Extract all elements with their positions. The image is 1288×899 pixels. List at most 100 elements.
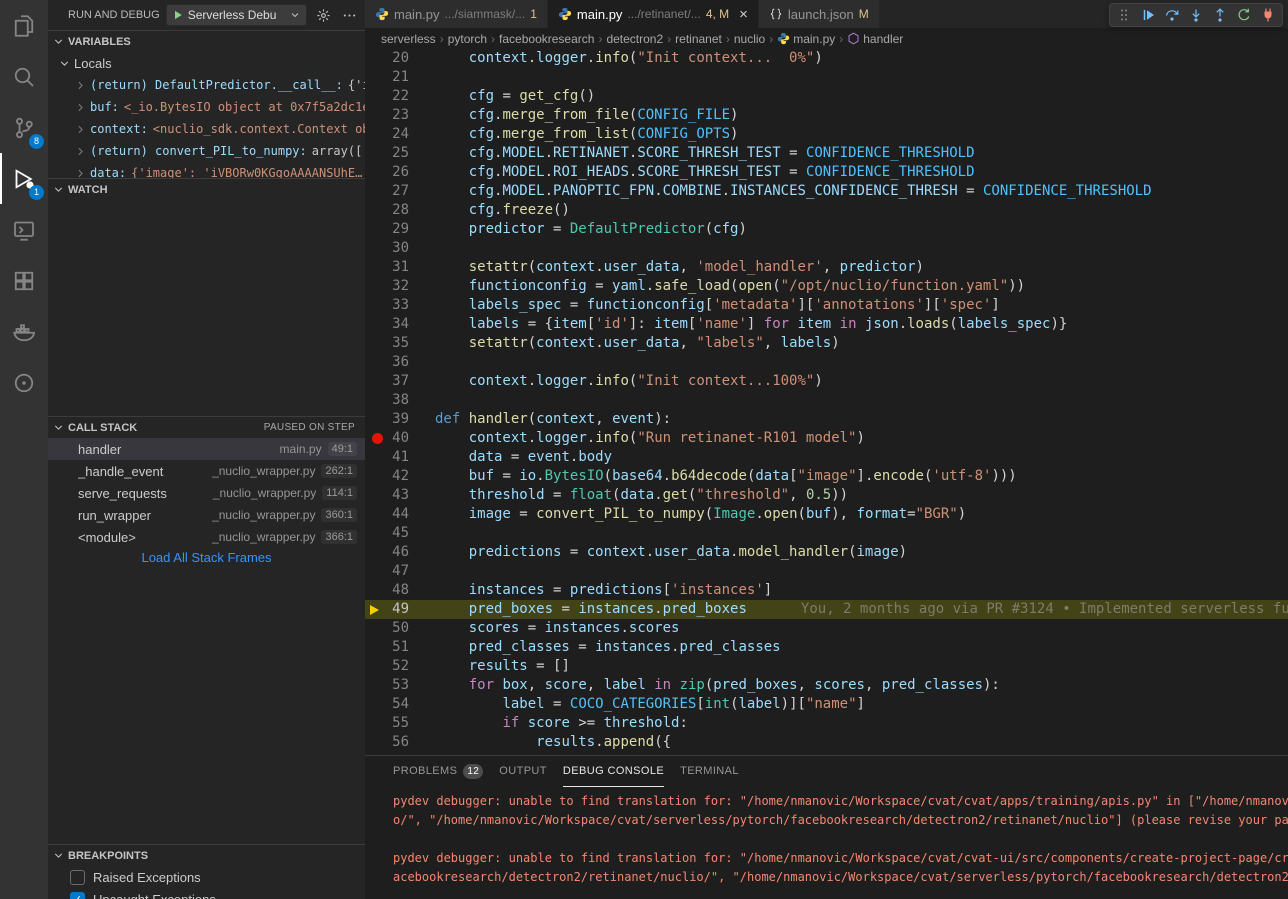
breadcrumb-item[interactable]: serverless bbox=[381, 32, 436, 46]
code-text[interactable]: cfg.MODEL.PANOPTIC_FPN.COMBINE.INSTANCES… bbox=[435, 182, 1288, 201]
variables-section-header[interactable]: VARIABLES bbox=[48, 30, 365, 52]
stack-frame[interactable]: handlermain.py49:1 bbox=[48, 438, 365, 460]
code-text[interactable]: cfg.merge_from_list(CONFIG_OPTS) bbox=[435, 125, 1288, 144]
activity-remote-explorer[interactable] bbox=[0, 204, 48, 255]
breakpoints-section-header[interactable]: BREAKPOINTS bbox=[48, 844, 365, 866]
line-gutter[interactable]: 20 bbox=[365, 49, 435, 68]
stack-frame[interactable]: _handle_event_nuclio_wrapper.py262:1 bbox=[48, 460, 365, 482]
watch-section-header[interactable]: WATCH bbox=[48, 178, 365, 200]
close-icon[interactable]: × bbox=[739, 7, 748, 22]
code-text[interactable]: labels = {item['id']: item['name'] for i… bbox=[435, 315, 1288, 334]
line-gutter[interactable]: 53 bbox=[365, 676, 435, 695]
disconnect-button[interactable] bbox=[1256, 4, 1280, 26]
line-gutter[interactable]: 28 bbox=[365, 201, 435, 220]
code-text[interactable]: cfg.MODEL.ROI_HEADS.SCORE_THRESH_TEST = … bbox=[435, 163, 1288, 182]
restart-button[interactable] bbox=[1232, 4, 1256, 26]
activity-run-and-debug[interactable]: 1 bbox=[0, 153, 48, 204]
code-text[interactable]: setattr(context.user_data, "labels", lab… bbox=[435, 334, 1288, 353]
activity-search[interactable] bbox=[0, 51, 48, 102]
editor-tab[interactable]: main.py.../siammask/...1 bbox=[365, 0, 547, 28]
variable-row[interactable]: (return) convert_PIL_to_numpy:array([[[ … bbox=[48, 140, 365, 162]
breadcrumb-item[interactable]: pytorch bbox=[448, 32, 487, 46]
code-text[interactable]: def handler(context, event): bbox=[435, 410, 1288, 429]
code-text[interactable]: if score >= threshold: bbox=[435, 714, 1288, 733]
line-gutter[interactable]: 42 bbox=[365, 467, 435, 486]
activity-explorer[interactable] bbox=[0, 0, 48, 51]
code-text[interactable]: predictions = context.user_data.model_ha… bbox=[435, 543, 1288, 562]
stack-frame[interactable]: serve_requests_nuclio_wrapper.py114:1 bbox=[48, 482, 365, 504]
breakpoint-icon[interactable] bbox=[372, 433, 383, 444]
variable-row[interactable]: context:<nuclio_sdk.context.Context obje… bbox=[48, 118, 365, 140]
checkbox[interactable] bbox=[70, 870, 85, 885]
line-gutter[interactable]: 54 bbox=[365, 695, 435, 714]
line-gutter[interactable]: 22 bbox=[365, 87, 435, 106]
stack-frame[interactable]: run_wrapper_nuclio_wrapper.py360:1 bbox=[48, 504, 365, 526]
line-gutter[interactable]: 51 bbox=[365, 638, 435, 657]
panel-tab-debug-console[interactable]: DEBUG CONSOLE bbox=[563, 756, 664, 787]
code-text[interactable]: cfg.merge_from_file(CONFIG_FILE) bbox=[435, 106, 1288, 125]
line-gutter[interactable]: 48 bbox=[365, 581, 435, 600]
checkbox[interactable]: ✓ bbox=[70, 892, 85, 899]
line-gutter[interactable]: 50 bbox=[365, 619, 435, 638]
editor-tab[interactable]: launch.jsonM bbox=[759, 0, 879, 28]
line-gutter[interactable]: 36 bbox=[365, 353, 435, 372]
code-text[interactable]: for box, score, label in zip(pred_boxes,… bbox=[435, 676, 1288, 695]
step-into-button[interactable] bbox=[1184, 4, 1208, 26]
code-text[interactable] bbox=[435, 239, 1288, 258]
line-gutter[interactable]: 52 bbox=[365, 657, 435, 676]
stack-frame[interactable]: <module>_nuclio_wrapper.py366:1 bbox=[48, 526, 365, 548]
breadcrumb-item[interactable]: facebookresearch bbox=[499, 32, 594, 46]
panel-tab-terminal[interactable]: TERMINAL bbox=[680, 756, 739, 787]
code-text[interactable]: data = event.body bbox=[435, 448, 1288, 467]
line-gutter[interactable]: 27 bbox=[365, 182, 435, 201]
line-gutter[interactable]: 34 bbox=[365, 315, 435, 334]
line-gutter[interactable]: 38 bbox=[365, 391, 435, 410]
activity-test-explorer[interactable] bbox=[0, 357, 48, 408]
code-text[interactable]: instances = predictions['instances'] bbox=[435, 581, 1288, 600]
code-text[interactable]: pred_boxes = instances.pred_boxesYou, 2 … bbox=[435, 600, 1288, 619]
code-text[interactable] bbox=[435, 524, 1288, 543]
code-text[interactable]: context.logger.info("Init context...100%… bbox=[435, 372, 1288, 391]
breadcrumb-item[interactable]: main.py bbox=[777, 32, 835, 46]
line-gutter[interactable]: 55 bbox=[365, 714, 435, 733]
scope-locals[interactable]: Locals bbox=[48, 52, 365, 74]
code-text[interactable] bbox=[435, 68, 1288, 87]
drag-grip-button[interactable] bbox=[1112, 4, 1136, 26]
line-gutter[interactable]: 44 bbox=[365, 505, 435, 524]
line-gutter[interactable]: 41 bbox=[365, 448, 435, 467]
step-out-button[interactable] bbox=[1208, 4, 1232, 26]
line-gutter[interactable]: 24 bbox=[365, 125, 435, 144]
activity-source-control[interactable]: 8 bbox=[0, 102, 48, 153]
code-text[interactable]: buf = io.BytesIO(base64.b64decode(data["… bbox=[435, 467, 1288, 486]
launch-config-dropdown[interactable]: Serverless Debu bbox=[166, 4, 307, 26]
activity-extensions[interactable] bbox=[0, 255, 48, 306]
panel-tab-output[interactable]: OUTPUT bbox=[499, 756, 547, 787]
continue-button[interactable] bbox=[1136, 4, 1160, 26]
line-gutter[interactable]: 23 bbox=[365, 106, 435, 125]
activity-docker[interactable] bbox=[0, 306, 48, 357]
breadcrumb-item[interactable]: nuclio bbox=[734, 32, 765, 46]
code-text[interactable]: cfg.MODEL.RETINANET.SCORE_THRESH_TEST = … bbox=[435, 144, 1288, 163]
line-gutter[interactable]: 32 bbox=[365, 277, 435, 296]
code-text[interactable]: results.append({ bbox=[435, 733, 1288, 752]
code-text[interactable]: results = [] bbox=[435, 657, 1288, 676]
line-gutter[interactable]: 33 bbox=[365, 296, 435, 315]
line-gutter[interactable]: 46 bbox=[365, 543, 435, 562]
line-gutter[interactable]: 45 bbox=[365, 524, 435, 543]
line-gutter[interactable]: 30 bbox=[365, 239, 435, 258]
breadcrumb-item[interactable]: detectron2 bbox=[606, 32, 663, 46]
code-text[interactable]: scores = instances.scores bbox=[435, 619, 1288, 638]
line-gutter[interactable]: 31 bbox=[365, 258, 435, 277]
line-gutter[interactable]: 40 bbox=[365, 429, 435, 448]
panel-tab-problems[interactable]: PROBLEMS12 bbox=[393, 756, 483, 787]
editor-tab[interactable]: main.py.../retinanet/...4, M× bbox=[548, 0, 758, 28]
code-text[interactable] bbox=[435, 562, 1288, 581]
load-all-stack-frames-link[interactable]: Load All Stack Frames bbox=[48, 550, 365, 565]
line-gutter[interactable]: 21 bbox=[365, 68, 435, 87]
line-gutter[interactable]: 49 bbox=[365, 600, 435, 619]
variable-row[interactable]: buf:<_io.BytesIO object at 0x7f5a2dc1ecc… bbox=[48, 96, 365, 118]
variable-row[interactable]: data:{'image': 'iVBORw0KGgoAAAANSUhE… bbox=[48, 162, 365, 178]
line-gutter[interactable]: 43 bbox=[365, 486, 435, 505]
start-debug-icon[interactable] bbox=[172, 9, 184, 21]
code-text[interactable]: cfg = get_cfg() bbox=[435, 87, 1288, 106]
